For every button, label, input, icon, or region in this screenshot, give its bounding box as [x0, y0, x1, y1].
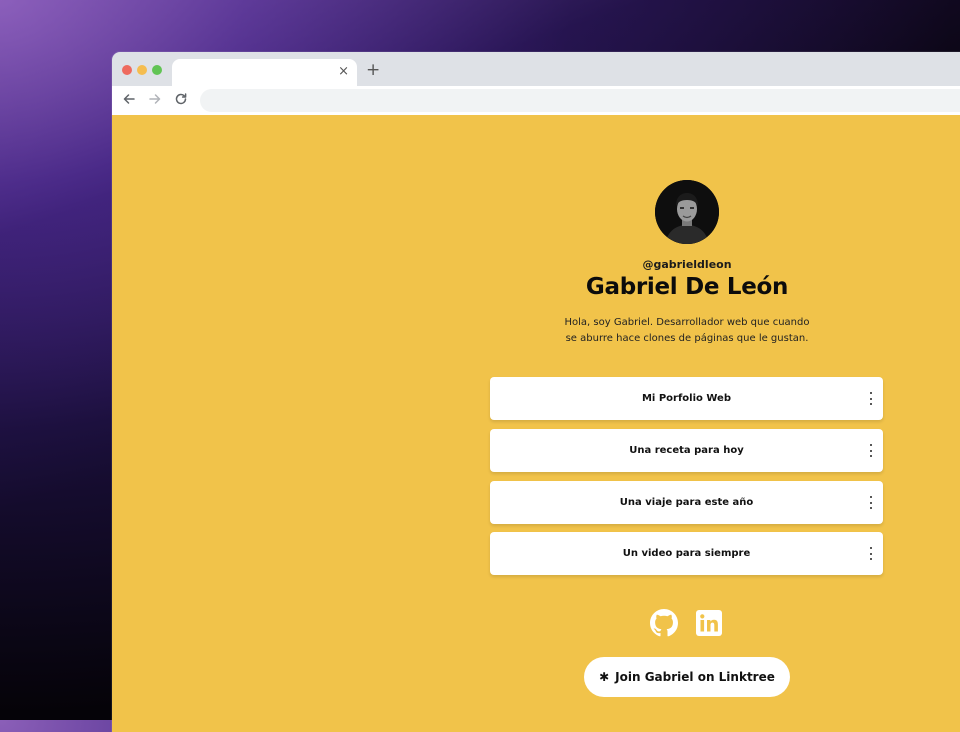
link-button-recipe[interactable]: Una receta para hoy	[490, 429, 883, 472]
linktree-logo-icon: ✱	[599, 670, 610, 684]
more-options-icon[interactable]	[869, 392, 873, 405]
tab-bar: × +	[112, 52, 960, 86]
profile-name: Gabriel De León	[585, 274, 789, 300]
more-options-icon[interactable]	[869, 444, 873, 457]
link-label: Una viaje para este año	[619, 497, 754, 508]
address-bar[interactable]	[200, 89, 960, 112]
linkedin-icon[interactable]	[695, 609, 723, 637]
linktree-page: @gabrieldleon Gabriel De León Hola, soy …	[112, 115, 960, 732]
link-button-trip[interactable]: Una viaje para este año	[490, 481, 883, 524]
new-tab-button[interactable]: +	[366, 60, 380, 80]
link-label: Mi Porfolio Web	[641, 393, 732, 404]
github-icon[interactable]	[650, 609, 678, 637]
bio-line: Hola, soy Gabriel. Desarrollador web que…	[564, 317, 810, 328]
link-label: Una receta para hoy	[629, 445, 744, 456]
link-label: Un video para siempre	[622, 548, 751, 559]
back-arrow-icon[interactable]	[120, 90, 138, 108]
link-button-video[interactable]: Un video para siempre	[490, 532, 883, 575]
forward-arrow-icon[interactable]	[146, 90, 164, 108]
close-window-button[interactable]	[122, 65, 132, 75]
social-icons	[490, 609, 884, 639]
bio-line: se aburre hace clones de páginas que le …	[565, 333, 809, 344]
reload-icon[interactable]	[172, 90, 190, 108]
browser-toolbar	[112, 86, 960, 115]
minimize-window-button[interactable]	[137, 65, 147, 75]
avatar	[655, 180, 719, 244]
profile-handle: @gabrieldleon	[642, 258, 732, 271]
profile-bio: Hola, soy Gabriel. Desarrollador web que…	[557, 315, 817, 347]
join-linktree-button[interactable]: ✱ Join Gabriel on Linktree	[584, 657, 790, 697]
tab-close-icon[interactable]: ×	[338, 64, 349, 80]
more-options-icon[interactable]	[869, 496, 873, 509]
join-label: Join Gabriel on Linktree	[615, 670, 775, 684]
more-options-icon[interactable]	[869, 547, 873, 560]
browser-tab[interactable]: ×	[172, 59, 357, 86]
browser-window: × + @gabrieldleon Gabriel De León Hola, …	[112, 52, 960, 732]
link-button-portfolio[interactable]: Mi Porfolio Web	[490, 377, 883, 420]
maximize-window-button[interactable]	[152, 65, 162, 75]
